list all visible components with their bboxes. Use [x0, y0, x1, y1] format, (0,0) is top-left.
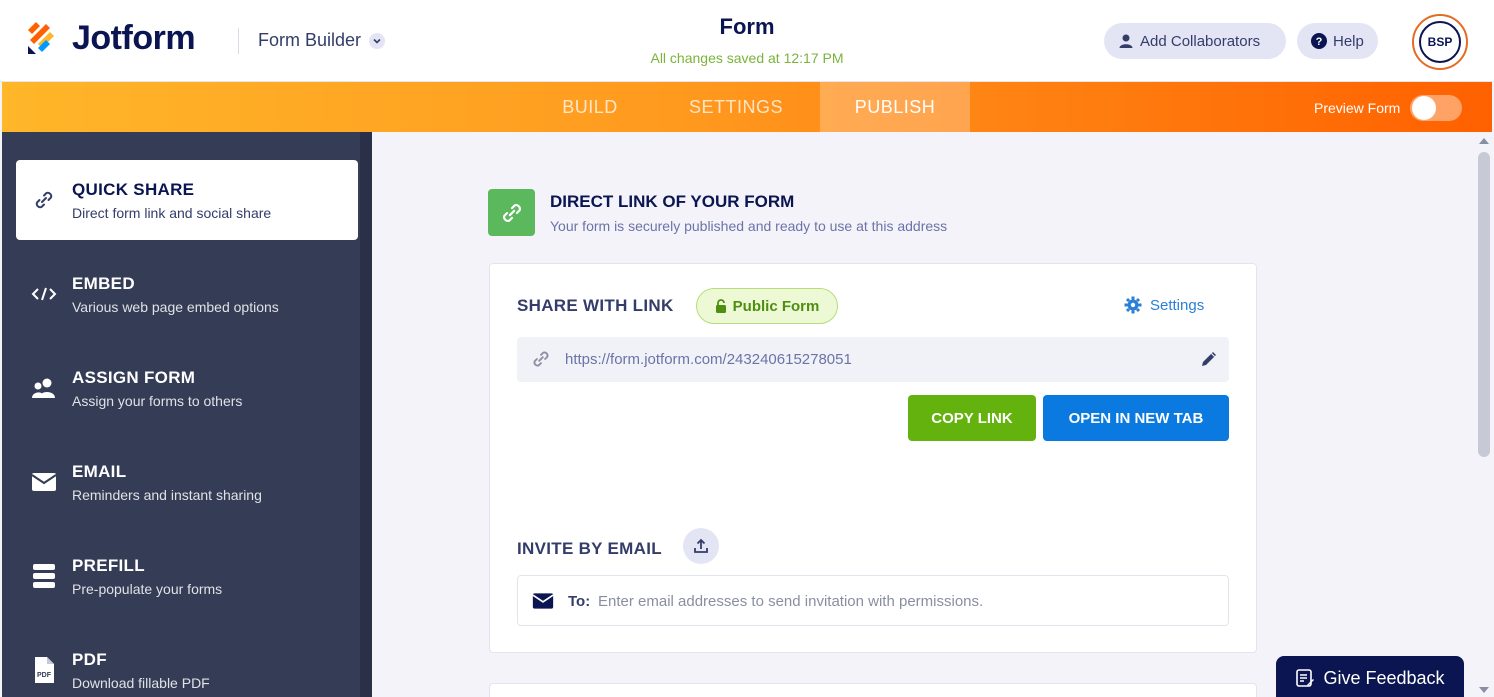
- avatar-initials: BSP: [1419, 21, 1461, 63]
- sidebar-item-title: PREFILL: [72, 556, 145, 575]
- sidebar-scrollbar[interactable]: [360, 132, 372, 697]
- tab-settings[interactable]: SETTINGS: [668, 82, 804, 132]
- public-form-badge[interactable]: Public Form: [696, 288, 838, 324]
- sidebar-item-quick-share[interactable]: QUICK SHARE Direct form link and social …: [16, 160, 358, 240]
- scroll-thumb[interactable]: [1478, 152, 1490, 457]
- builder-nav-bar: BUILD SETTINGS PUBLISH Preview Form: [2, 82, 1492, 132]
- link-icon: [531, 349, 551, 374]
- publish-sidebar: QUICK SHARE Direct form link and social …: [2, 132, 372, 697]
- email-addresses-input[interactable]: [598, 586, 1198, 616]
- sidebar-item-prefill[interactable]: PREFILL Pre-populate your forms: [16, 536, 358, 616]
- copy-link-button[interactable]: COPY LINK: [908, 395, 1036, 441]
- sidebar-item-subtitle: Various web page embed options: [72, 299, 279, 315]
- top-header: Jotform Form Builder Form All changes sa…: [0, 0, 1494, 82]
- help-label: Help: [1333, 32, 1364, 50]
- sidebar-item-pdf[interactable]: PDF PDF Download fillable PDF: [16, 630, 358, 697]
- section-title: DIRECT LINK OF YOUR FORM: [550, 192, 795, 211]
- preview-form-label: Preview Form: [1314, 100, 1401, 116]
- next-card: [489, 683, 1257, 697]
- envelope-icon: [532, 592, 554, 615]
- database-icon: [30, 562, 58, 590]
- sidebar-item-assign-form[interactable]: ASSIGN FORM Assign your forms to others: [16, 348, 358, 428]
- form-url-field[interactable]: https://form.jotform.com/243240615278051: [517, 337, 1229, 382]
- tab-build[interactable]: BUILD: [540, 82, 640, 132]
- invite-by-email-label: INVITE BY EMAIL: [517, 539, 662, 558]
- scroll-down-arrow-icon[interactable]: [1479, 687, 1489, 693]
- preview-form-control[interactable]: Preview Form: [1314, 95, 1463, 121]
- sidebar-item-subtitle: Download fillable PDF: [72, 675, 210, 691]
- svg-text:?: ?: [1316, 36, 1323, 48]
- sidebar-item-title: EMBED: [72, 274, 135, 293]
- settings-label: Settings: [1150, 296, 1205, 314]
- pdf-icon: PDF: [30, 656, 58, 684]
- add-collaborators-label: Add Collaborators: [1140, 32, 1261, 50]
- sidebar-item-title: ASSIGN FORM: [72, 368, 196, 387]
- link-icon: [502, 203, 521, 222]
- sidebar-item-subtitle: Assign your forms to others: [72, 393, 243, 409]
- direct-link-badge: [488, 189, 535, 236]
- email-to-label: To:: [568, 593, 591, 610]
- sidebar-item-subtitle: Reminders and instant sharing: [72, 487, 262, 503]
- open-in-new-tab-button[interactable]: OPEN IN NEW TAB: [1043, 395, 1229, 441]
- question-icon: ?: [1311, 33, 1327, 49]
- upload-icon: [694, 538, 708, 553]
- main-scrollbar[interactable]: [1474, 132, 1492, 697]
- add-collaborators-button[interactable]: Add Collaborators: [1104, 23, 1286, 59]
- sidebar-item-subtitle: Direct form link and social share: [72, 205, 272, 221]
- sidebar-item-title: PDF: [72, 650, 107, 669]
- users-icon: [30, 374, 58, 402]
- form-url-text[interactable]: https://form.jotform.com/243240615278051: [565, 351, 852, 368]
- user-avatar[interactable]: BSP: [1412, 14, 1468, 70]
- pencil-icon[interactable]: [1199, 349, 1219, 374]
- lock-icon: [715, 299, 726, 313]
- toggle-knob: [1412, 96, 1437, 120]
- tab-publish[interactable]: PUBLISH: [820, 82, 970, 132]
- give-feedback-button[interactable]: Give Feedback: [1276, 656, 1464, 697]
- sidebar-item-subtitle: Pre-populate your forms: [72, 581, 223, 597]
- sidebar-item-embed[interactable]: EMBED Various web page embed options: [16, 254, 358, 334]
- svg-text:PDF: PDF: [37, 672, 52, 679]
- feedback-icon: [1296, 669, 1315, 687]
- section-subtitle: Your form is securely published and read…: [550, 218, 948, 234]
- envelope-icon: [30, 468, 58, 496]
- help-button[interactable]: ? Help: [1297, 23, 1378, 59]
- gear-icon: [1124, 296, 1142, 314]
- code-icon: [30, 280, 58, 308]
- upload-button[interactable]: [683, 528, 719, 564]
- link-icon: [30, 186, 58, 214]
- sidebar-item-email[interactable]: EMAIL Reminders and instant sharing: [16, 442, 358, 522]
- user-icon: [1119, 34, 1133, 48]
- preview-form-toggle[interactable]: [1410, 95, 1463, 121]
- invite-email-field[interactable]: To:: [517, 575, 1229, 626]
- share-with-link-label: SHARE WITH LINK: [517, 296, 674, 315]
- sidebar-item-title: EMAIL: [72, 462, 127, 481]
- public-form-label: Public Form: [732, 297, 820, 315]
- settings-link[interactable]: Settings: [1124, 296, 1204, 314]
- sidebar-item-title: QUICK SHARE: [72, 180, 195, 199]
- give-feedback-label: Give Feedback: [1323, 667, 1445, 688]
- scroll-up-arrow-icon[interactable]: [1479, 138, 1489, 144]
